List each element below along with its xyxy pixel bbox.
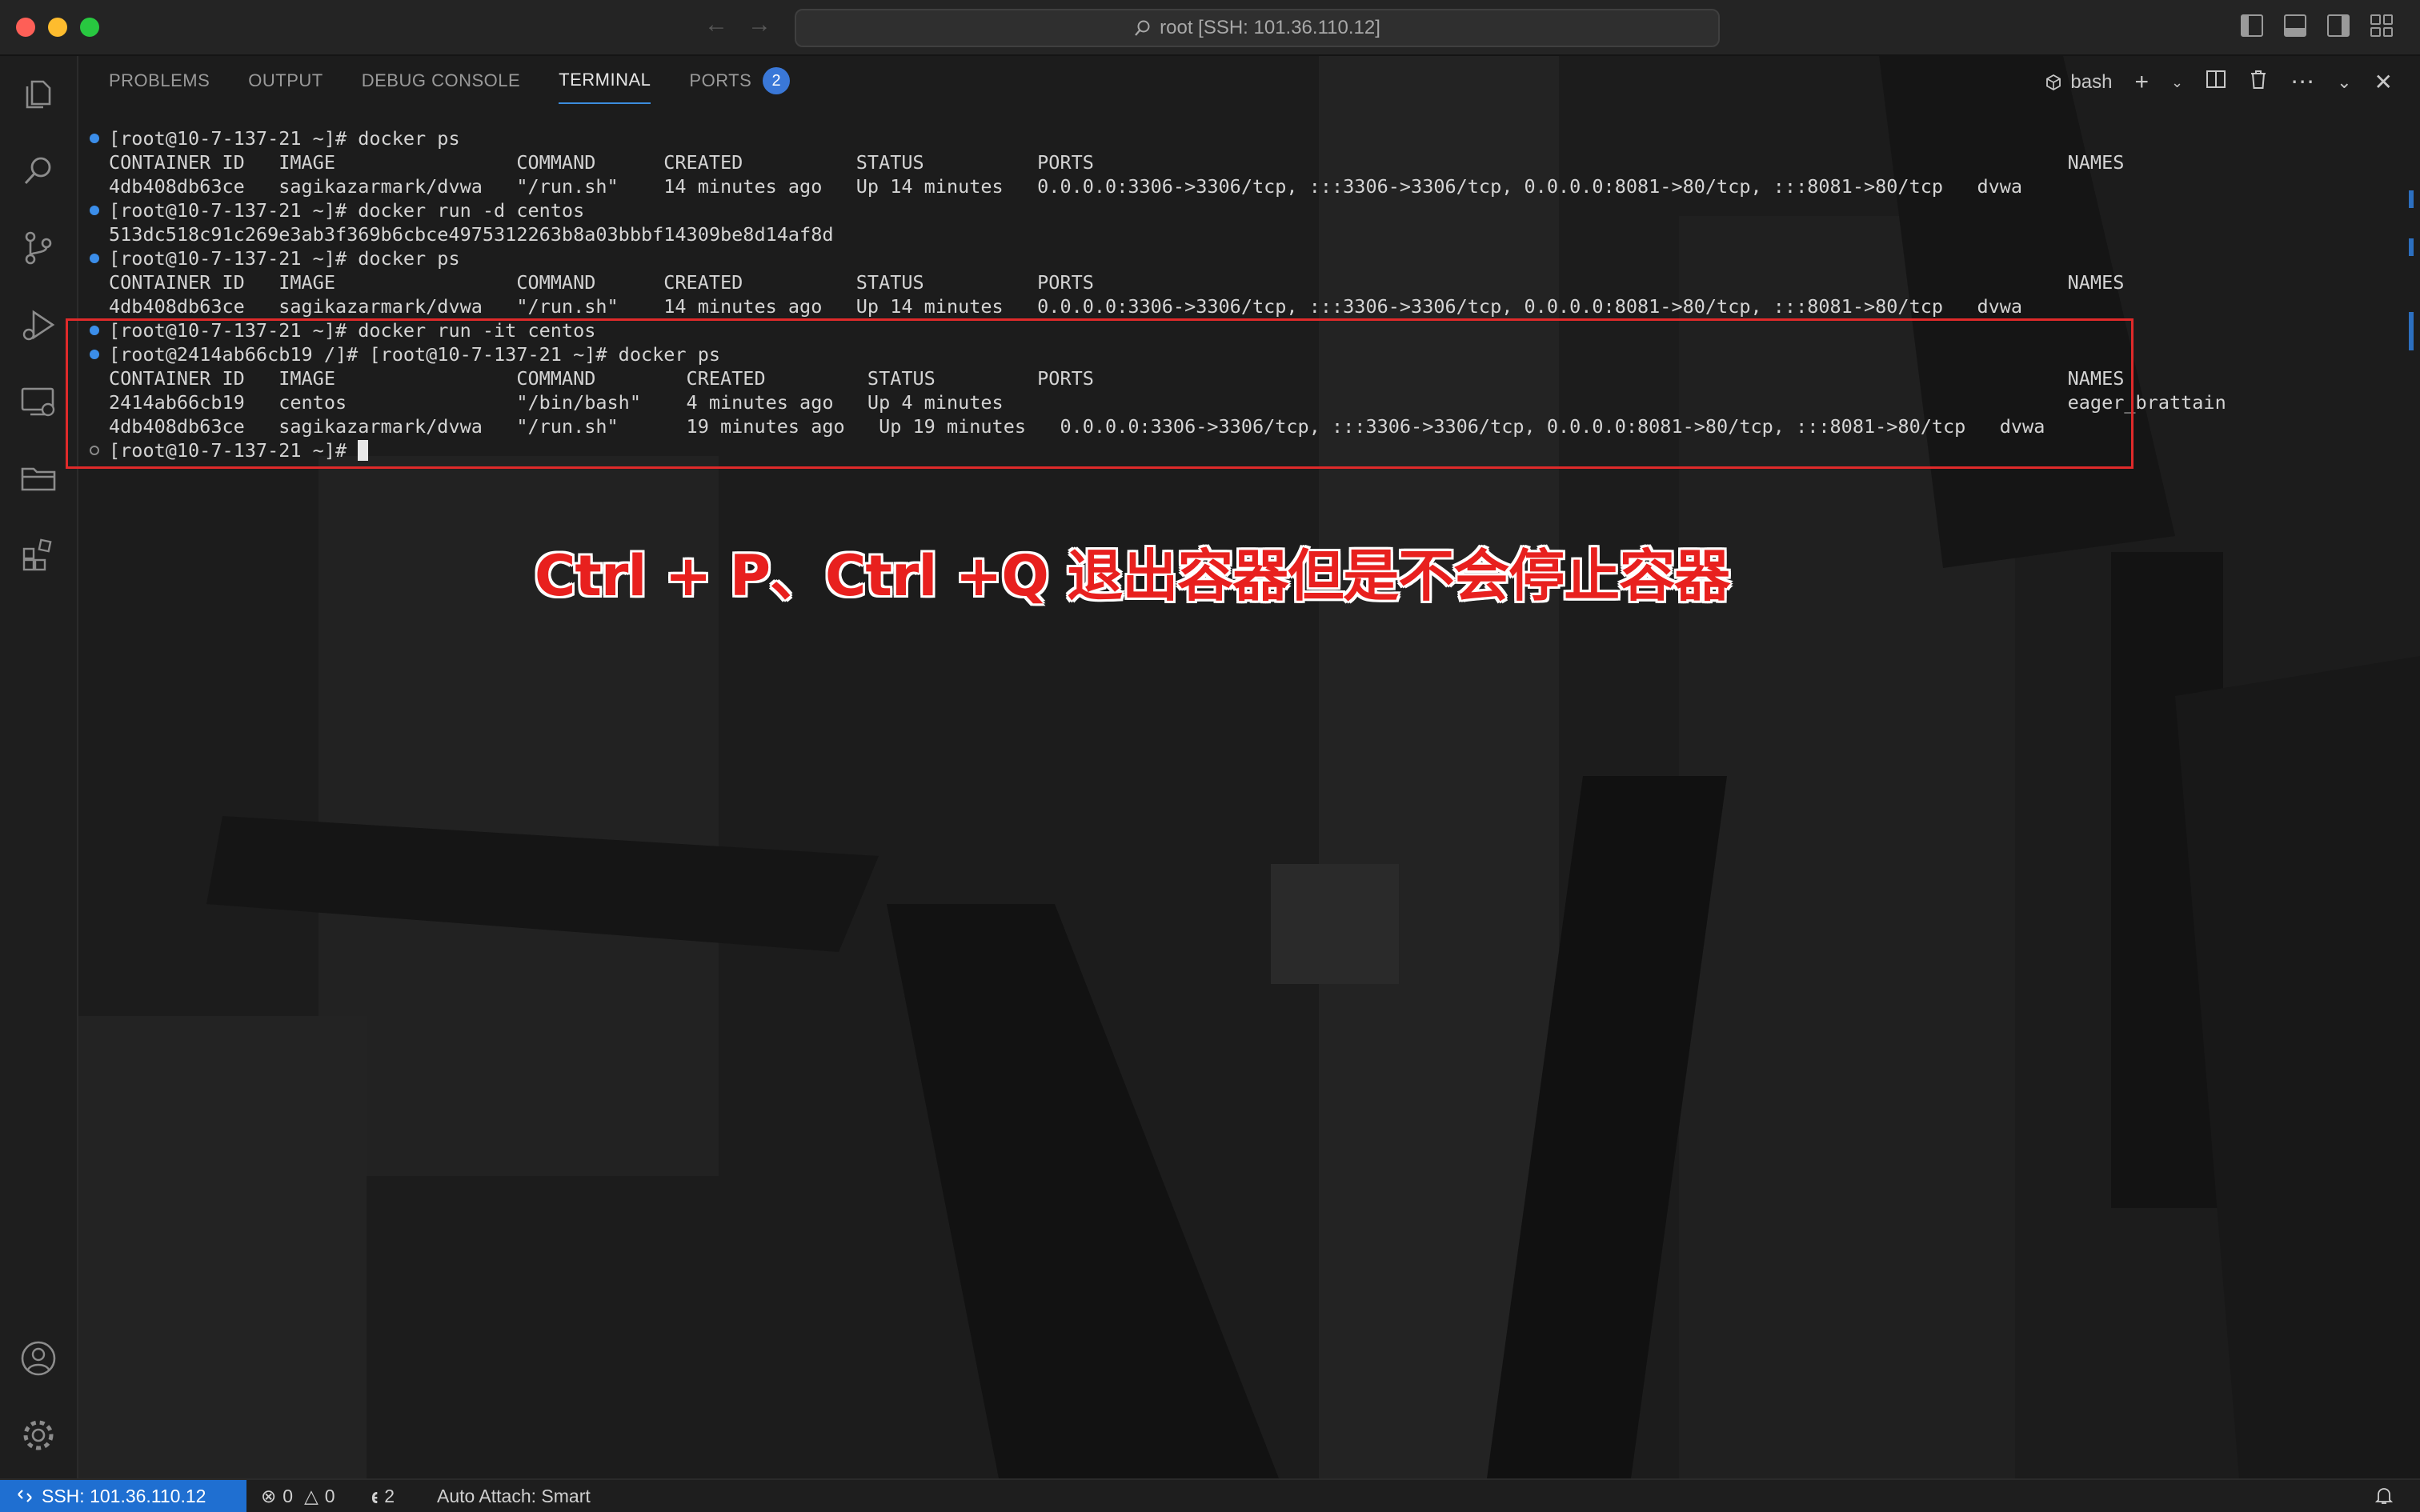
tab-problems[interactable]: PROBLEMS [109, 67, 210, 104]
error-icon: ⊗ [261, 1485, 277, 1506]
terminal-line-text: [root@10-7-137-21 ~]# docker ps [109, 247, 460, 270]
terminal-line: CONTAINER ID IMAGE COMMAND CREATED STATU… [90, 150, 2346, 174]
split-terminal-icon[interactable] [2206, 69, 2226, 95]
tab-ports-label: PORTS [689, 70, 752, 90]
toggle-secondary-sidebar-icon[interactable] [2327, 14, 2350, 37]
warning-count: 0 [324, 1485, 335, 1506]
extensions-icon[interactable] [18, 534, 59, 576]
terminal-line: CONTAINER ID IMAGE COMMAND CREATED STATU… [90, 270, 2346, 294]
command-decoration-icon[interactable] [90, 206, 99, 215]
layout-controls [2241, 14, 2393, 37]
new-terminal-plus-icon[interactable]: + [2134, 70, 2149, 94]
more-actions-ellipsis-icon[interactable]: ⋯ [2290, 70, 2314, 94]
ports-count-badge: 2 [763, 67, 791, 94]
terminal-line: 4db408db63ce sagikazarmark/dvwa "/run.sh… [90, 294, 2346, 318]
status-bar: SSH: 101.36.110.12 ⊗ 0 △ 0 𝛜 2 Auto Atta… [0, 1478, 2420, 1512]
scrollbar-marker [2409, 190, 2414, 208]
search-icon [1135, 20, 1150, 36]
maximize-panel-chevron-icon[interactable]: ⌄ [2337, 70, 2351, 94]
terminal-actions: bash + ⌄ ⋯ ⌄ ✕ [2045, 69, 2393, 95]
tab-debug-console[interactable]: DEBUG CONSOLE [362, 67, 520, 104]
toggle-primary-sidebar-icon[interactable] [2241, 14, 2263, 37]
terminal-line-text: 4db408db63ce sagikazarmark/dvwa "/run.sh… [109, 175, 2023, 198]
explorer-icon[interactable] [18, 74, 59, 115]
auto-attach-indicator[interactable]: Auto Attach: Smart [437, 1480, 591, 1512]
remote-indicator[interactable]: SSH: 101.36.110.12 [0, 1480, 246, 1512]
chevron-down-icon[interactable]: ⌄ [2171, 70, 2183, 94]
terminal-line-text: [root@10-7-137-21 ~]# docker run -d cent… [109, 199, 585, 222]
remote-connection-icon [18, 1490, 32, 1502]
terminal-line-text: CONTAINER ID IMAGE COMMAND CREATED STATU… [109, 271, 2125, 294]
error-count: 0 [282, 1485, 294, 1506]
command-center[interactable]: root [SSH: 101.36.110.12] [795, 9, 1720, 47]
notifications-bell-icon[interactable] [2375, 1480, 2393, 1512]
terminal-line: [root@10-7-137-21 ~]# docker ps [90, 246, 2346, 270]
accounts-icon[interactable] [18, 1338, 59, 1379]
forwarded-ports-indicator[interactable]: 𝛜 2 [371, 1480, 395, 1512]
warning-icon: △ [304, 1485, 319, 1506]
customize-layout-icon[interactable] [2370, 14, 2393, 37]
scrollbar-marker [2409, 238, 2414, 256]
run-and-debug-icon[interactable] [18, 304, 59, 346]
panel-tabs: PROBLEMS OUTPUT DEBUG CONSOLE TERMINAL P… [109, 67, 791, 104]
terminal-line-text: CONTAINER ID IMAGE COMMAND CREATED STATU… [109, 151, 2125, 174]
command-decoration-icon[interactable] [90, 134, 99, 143]
title-bar: ← → root [SSH: 101.36.110.12] [0, 0, 2420, 56]
terminal-line: 4db408db63ce sagikazarmark/dvwa "/run.sh… [90, 174, 2346, 198]
tab-ports[interactable]: PORTS 2 [689, 67, 791, 104]
remote-explorer-icon[interactable] [18, 381, 59, 422]
close-window-button[interactable] [16, 18, 35, 37]
source-control-icon[interactable] [18, 227, 59, 269]
terminal-line: [root@10-7-137-21 ~]# docker ps [90, 126, 2346, 150]
settings-gear-icon[interactable] [18, 1414, 59, 1456]
maximize-window-button[interactable] [80, 18, 99, 37]
minimize-window-button[interactable] [48, 18, 67, 37]
tab-output[interactable]: OUTPUT [248, 67, 323, 104]
highlight-box [66, 318, 2134, 469]
kill-terminal-trash-icon[interactable] [2249, 69, 2268, 95]
terminal-shell-selector[interactable]: bash [2045, 71, 2112, 94]
broadcast-icon: 𝛜 [371, 1485, 379, 1506]
close-panel-icon[interactable]: ✕ [2374, 70, 2393, 94]
activity-bar [0, 56, 78, 1478]
terminal-line: [root@10-7-137-21 ~]# docker run -d cent… [90, 198, 2346, 222]
problems-indicator[interactable]: ⊗ 0 △ 0 [261, 1480, 335, 1512]
search-icon[interactable] [18, 150, 59, 192]
back-arrow-icon[interactable]: ← [704, 11, 728, 38]
terminal-line: 513dc518c91c269e3ab3f369b6cbce4975312263… [90, 222, 2346, 246]
forward-arrow-icon[interactable]: → [747, 11, 771, 38]
toggle-panel-icon[interactable] [2284, 14, 2306, 37]
remote-label: SSH: 101.36.110.12 [42, 1485, 206, 1506]
command-decoration-icon[interactable] [90, 254, 99, 263]
annotation-text: Ctrl + P、Ctrl +Q 退出容器但是不会停止容器 [535, 543, 1730, 609]
terminal-line-text: 513dc518c91c269e3ab3f369b6cbce4975312263… [109, 223, 834, 246]
tab-terminal[interactable]: TERMINAL [559, 67, 651, 104]
shell-name: bash [2070, 70, 2113, 93]
command-center-label: root [SSH: 101.36.110.12] [1160, 17, 1380, 38]
forwarded-ports-count: 2 [384, 1485, 395, 1506]
folder-icon[interactable] [18, 458, 59, 499]
scrollbar-marker [2409, 312, 2414, 350]
terminal-line-text: 4db408db63ce sagikazarmark/dvwa "/run.sh… [109, 295, 2023, 318]
terminal-cube-icon [2046, 74, 2061, 90]
terminal-line-text: [root@10-7-137-21 ~]# docker ps [109, 127, 460, 150]
